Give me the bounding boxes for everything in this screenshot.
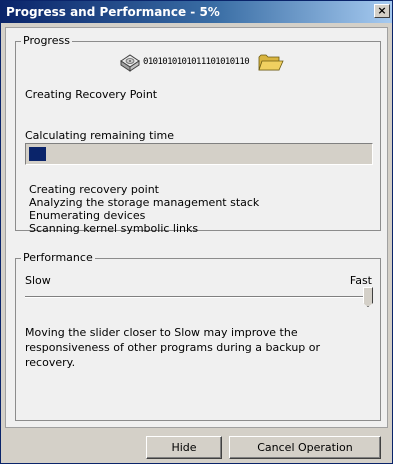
log-item: Scanning kernel symbolic links [29,222,199,235]
cancel-operation-button[interactable]: Cancel Operation [229,436,381,459]
dialog-body: Progress 0101010101011101010110 Creating… [5,27,388,428]
progress-group: Progress 0101010101011101010110 Creating… [15,34,381,235]
close-icon: × [377,4,387,17]
activity-log: Creating recovery point Analyzing the st… [29,183,259,235]
performance-note: Moving the slider closer to Slow may imp… [25,326,321,369]
copy-animation: 0101010101011101010110 [119,52,284,74]
folder-icon [258,54,284,71]
progress-bar [25,143,373,165]
performance-group: Performance Slow Fast Moving the slider … [15,251,381,421]
progress-bar-fill [29,147,46,161]
close-button[interactable]: × [374,4,390,18]
remaining-time-label: Calculating remaining time [25,129,175,142]
performance-group-label: Performance [21,251,95,264]
performance-slider-thumb[interactable] [363,287,373,307]
window-title: Progress and Performance - 5% [6,5,220,19]
performance-slider-track[interactable] [25,296,373,298]
progress-status: Creating Recovery Point [25,88,158,101]
log-item: Enumerating devices [29,209,146,222]
data-stream: 0101010101011101010110 [143,57,250,67]
log-item: Analyzing the storage management stack [29,196,260,209]
hide-button[interactable]: Hide [146,436,222,459]
hard-drive-icon [120,54,140,72]
progress-group-label: Progress [21,34,72,47]
slider-max-label: Fast [349,274,372,287]
progress-dialog: Progress and Performance - 5% × Progress… [0,0,393,464]
log-item: Creating recovery point [29,183,159,196]
title-bar[interactable]: Progress and Performance - 5% × [1,1,392,23]
slider-min-label: Slow [25,274,51,287]
